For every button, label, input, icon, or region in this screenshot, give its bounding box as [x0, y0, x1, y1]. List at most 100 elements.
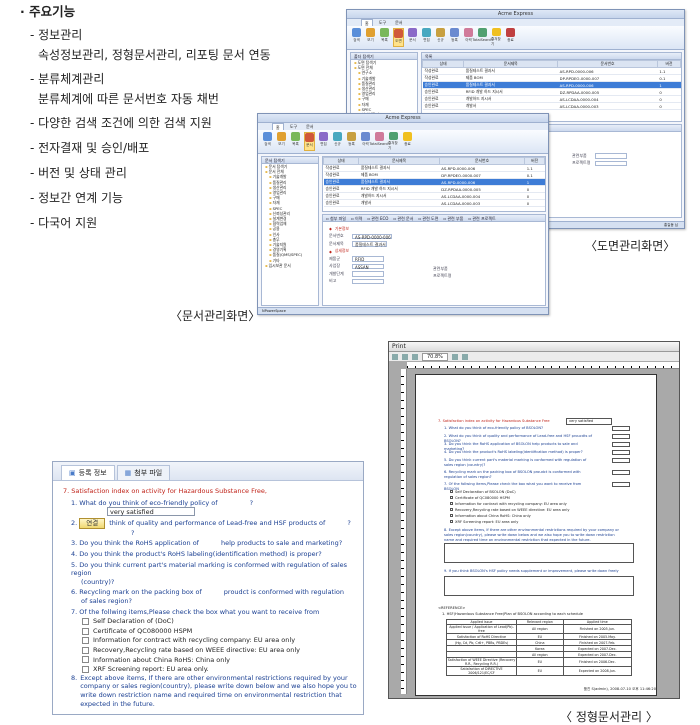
- link-button[interactable]: 연결: [79, 518, 106, 529]
- toolbar-icon: [277, 132, 286, 141]
- print-answer-box: [612, 470, 630, 475]
- toolbar-button[interactable]: 즐겨찾기: [491, 28, 502, 47]
- checkbox[interactable]: [82, 646, 89, 654]
- grid-column-header[interactable]: 상태: [322, 157, 360, 165]
- table-row[interactable]: 승인완료 품질테스트 결과서 AS-RPD-0000-006 1: [422, 81, 681, 89]
- detail-tab[interactable]: ▫ 관련 문서: [393, 215, 413, 221]
- detail-tab[interactable]: ▫ 관련 부품: [443, 215, 463, 221]
- document-tab-tools[interactable]: 도구: [287, 123, 300, 130]
- document-section-basic: ◆ 기본정보: [329, 225, 349, 232]
- toolbar-button[interactable]: 검색: [262, 132, 273, 151]
- tab-registration-info[interactable]: ▣ 등록 정보: [61, 465, 115, 480]
- page-first-icon[interactable]: [402, 353, 408, 360]
- print-preview-window: Print 70.8% 7. Satisfaction index on act…: [388, 341, 680, 699]
- detail-tab[interactable]: ▫ 첨부 파일: [326, 215, 346, 221]
- table-row[interactable]: 작성완료 제품 BOM DP-RPDEO-0000-007 0.1: [422, 74, 681, 82]
- field-value[interactable]: 품질테스트 결과서: [352, 241, 387, 247]
- toolbar-label: TotalSearch: [472, 38, 493, 42]
- drawing-tab-tools[interactable]: 도구: [376, 19, 389, 26]
- toolbar-button[interactable]: 신규: [332, 132, 343, 151]
- toolbar-button[interactable]: 종료: [505, 28, 516, 47]
- page-last-icon[interactable]: [461, 353, 468, 360]
- option-label: Certificate of QC080000 HSPM: [93, 626, 193, 635]
- toolbar-button[interactable]: 신규: [435, 28, 446, 47]
- grid-column-header[interactable]: 버전: [524, 157, 545, 165]
- table-row[interactable]: 승인완료 RFID 개발 하드 지시서 DZ-RPDAA-0000-005 0: [422, 88, 681, 96]
- question-number: 2.: [71, 519, 80, 528]
- grid-column-header[interactable]: 문서제목: [358, 157, 440, 165]
- checkbox[interactable]: [82, 618, 89, 626]
- answer-input[interactable]: very satisfied: [107, 507, 195, 517]
- toolbar-button[interactable]: 보기: [276, 132, 287, 151]
- drawing-tab-home[interactable]: 홈: [361, 19, 373, 26]
- detail-tab[interactable]: ▫ 관련 도면: [418, 215, 438, 221]
- table-row[interactable]: 승인완료 개발서 AS-LCDAA-0000-003 0: [422, 102, 681, 110]
- grid-column-header[interactable]: 문서번호: [438, 157, 526, 165]
- grid-column-header[interactable]: 문서번호: [557, 60, 658, 68]
- feature-item: - 다양한 검색 조건에 의한 검색 지원: [20, 115, 290, 131]
- toolbar-button[interactable]: 즐겨찾기: [388, 132, 399, 151]
- print-icon[interactable]: [392, 353, 398, 360]
- tree-item[interactable]: ▪임시보관 문서: [262, 263, 318, 268]
- field-value[interactable]: ASSAN: [352, 263, 384, 269]
- table-row[interactable]: 승인완료 RFID 개발 하드 지시서 DZ-RPDAA-0000-005 0: [323, 185, 545, 193]
- checkbox-option[interactable]: Self Declaration of (DoC): [63, 617, 363, 626]
- page-next-icon[interactable]: [451, 353, 458, 360]
- table-row[interactable]: 승인완료 개발서 AS-LCDAA-0000-003 0: [323, 199, 545, 207]
- field-value[interactable]: [352, 278, 384, 284]
- table-row[interactable]: 승인완료 개발하드 지시서 AS-LCDAA-0000-004 0: [422, 95, 681, 103]
- table-row[interactable]: 승인완료 품질테스트 결과서 AS-RPD-0000-006 1: [323, 178, 545, 186]
- tab-attachment[interactable]: ▦ 첨부 파일: [116, 465, 171, 480]
- field-value[interactable]: [352, 271, 384, 277]
- document-tab-docs[interactable]: 문서: [303, 123, 316, 130]
- checkbox-option[interactable]: Recovery,Recycling rate based on WEEE di…: [63, 646, 363, 655]
- toolbar-button[interactable]: 등록: [449, 28, 460, 47]
- toolbar-button[interactable]: TotalSearch: [369, 132, 390, 151]
- toolbar-button[interactable]: 목록: [290, 132, 301, 151]
- toolbar-button[interactable]: 종료: [402, 132, 413, 151]
- checkbox[interactable]: [82, 637, 89, 645]
- toolbar-button[interactable]: 편집: [318, 132, 329, 151]
- toolbar-button[interactable]: 보기: [365, 28, 376, 47]
- checkbox[interactable]: [82, 627, 89, 635]
- zoom-select[interactable]: 70.8%: [422, 352, 448, 361]
- detail-tab[interactable]: ▫ 관련 ECO: [367, 215, 388, 221]
- checkbox-option[interactable]: XRF Screening report: EU area only.: [63, 665, 363, 674]
- table-row[interactable]: 작성완료 제품 BOM DP-RPDEO-0000-007 0.1: [323, 171, 545, 179]
- grid-column-header[interactable]: 문서제목: [463, 60, 559, 68]
- toolbar-button[interactable]: 도면: [393, 28, 404, 47]
- table-row[interactable]: 작성완료 품질테스트 결과서 AS-RPD-0000-006 1.1: [422, 67, 681, 75]
- checkbox-option[interactable]: Information for contract with recycling …: [63, 636, 363, 645]
- feature-label: - 전자결재 및 승인/배포: [30, 141, 150, 155]
- toolbar-button[interactable]: 목록: [379, 28, 390, 47]
- toolbar-button[interactable]: 문서: [407, 28, 418, 47]
- field-label: 문서번호: [329, 233, 344, 239]
- drawing-field-project-value[interactable]: [595, 160, 627, 166]
- toolbar-button[interactable]: 문서: [304, 132, 315, 151]
- table-cell: 품질테스트 결과서: [358, 178, 440, 186]
- table-row[interactable]: 승인완료 개발하드 지시서 AS-LCDAA-0000-004 0: [323, 192, 545, 200]
- grid-column-header[interactable]: 버전: [656, 60, 682, 68]
- checkbox-option[interactable]: Information about China RoHS: China only: [63, 656, 363, 665]
- checkbox[interactable]: [82, 665, 89, 673]
- grid-column-header[interactable]: 상태: [421, 60, 465, 68]
- toolbar-label: TotalSearch: [369, 142, 390, 146]
- document-tab-home[interactable]: 홈: [272, 123, 284, 130]
- detail-tab[interactable]: ▫ 이력: [351, 215, 362, 221]
- toolbar-button[interactable]: 검색: [351, 28, 362, 47]
- toolbar-button[interactable]: 등록: [346, 132, 357, 151]
- drawing-tab-docs[interactable]: 문서: [392, 19, 405, 26]
- toolbar-button[interactable]: 편집: [421, 28, 432, 47]
- drawing-toolbar: 검색 보기 목록 도면 문서 편집 신규 등록 이력 TotalSearch 즐겨찾기 종료: [347, 26, 684, 50]
- field-value[interactable]: RFID: [352, 256, 384, 262]
- toolbar-button[interactable]: TotalSearch: [472, 28, 493, 47]
- folder-icon: ▪: [269, 252, 272, 258]
- checkbox[interactable]: [82, 656, 89, 664]
- toolbar-label: 신규: [334, 142, 341, 146]
- checkbox-option[interactable]: Certificate of QC080000 HSPM: [63, 627, 363, 636]
- field-value[interactable]: AS-RPD-0000-006: [352, 233, 392, 239]
- table-row[interactable]: 작성완료 품질테스트 결과서 AS-RPD-0000-006 1.1: [323, 164, 545, 172]
- page-prev-icon[interactable]: [412, 353, 418, 360]
- detail-tab[interactable]: ▫ 관련 프로젝트: [468, 215, 495, 221]
- drawing-field-part-value[interactable]: [595, 153, 627, 159]
